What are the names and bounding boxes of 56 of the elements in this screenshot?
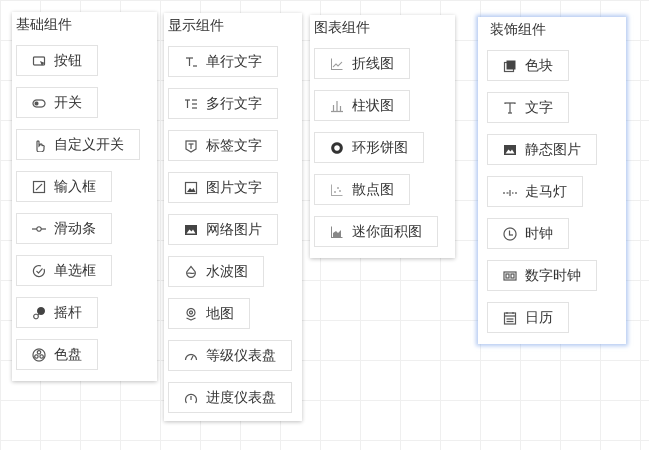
component-button[interactable]: 滑动条 — [16, 213, 112, 244]
component-button[interactable]: 开关 — [16, 87, 98, 118]
panel-title: 装饰组件 — [490, 20, 546, 39]
component-button[interactable]: 文字 — [487, 92, 569, 123]
calendar-icon — [503, 310, 517, 324]
component-button[interactable]: 进度仪表盘 — [168, 382, 292, 413]
panel-title: 基础组件 — [16, 15, 72, 34]
component-button[interactable]: 按钮 — [16, 45, 98, 76]
multiline-text-icon — [184, 96, 198, 110]
panel-title: 图表组件 — [314, 18, 370, 37]
component-button[interactable]: 走马灯 — [487, 176, 583, 207]
component-button[interactable]: 等级仪表盘 — [168, 340, 292, 371]
line-chart-icon — [330, 56, 344, 70]
component-button[interactable]: 日历 — [487, 302, 569, 333]
check-circle-icon — [32, 264, 46, 278]
scatter-icon — [330, 182, 344, 196]
water-drop-icon — [184, 264, 198, 278]
component-button[interactable]: 迷你面积图 — [314, 216, 438, 247]
edit-box-icon — [32, 180, 46, 194]
component-button[interactable]: 时钟 — [487, 218, 569, 249]
bar-chart-icon — [330, 98, 344, 112]
component-button[interactable]: 标签文字 — [168, 130, 278, 161]
image-icon — [184, 222, 198, 236]
image-icon — [184, 180, 198, 194]
squares-icon — [503, 58, 517, 72]
component-button[interactable]: 环形饼图 — [314, 132, 424, 163]
component-button[interactable]: 柱状图 — [314, 90, 410, 121]
component-button[interactable]: 地图 — [168, 298, 250, 329]
panel-title: 显示组件 — [168, 16, 224, 35]
text-icon — [184, 54, 198, 68]
joystick-icon — [32, 306, 46, 320]
image-icon — [503, 142, 517, 156]
cursor-box-icon — [32, 54, 46, 68]
component-button[interactable]: 单选框 — [16, 255, 112, 286]
component-button[interactable]: 摇杆 — [16, 297, 98, 328]
component-button[interactable]: 图片文字 — [168, 172, 278, 203]
component-button[interactable]: 单行文字 — [168, 46, 278, 77]
component-button[interactable]: 色盘 — [16, 339, 98, 370]
digital-clock-icon — [503, 268, 517, 282]
component-button[interactable]: 自定义开关 — [16, 129, 140, 160]
component-button[interactable]: 散点图 — [314, 174, 410, 205]
area-chart-icon — [330, 224, 344, 238]
component-button[interactable]: 折线图 — [314, 48, 410, 79]
tag-text-icon — [184, 138, 198, 152]
component-button[interactable]: 静态图片 — [487, 134, 597, 165]
component-button[interactable]: 色块 — [487, 50, 569, 81]
component-button[interactable]: 数字时钟 — [487, 260, 597, 291]
text-icon — [503, 100, 517, 114]
donut-icon — [330, 140, 344, 154]
clock-icon — [503, 226, 517, 240]
component-button[interactable]: 多行文字 — [168, 88, 278, 119]
component-button[interactable]: 输入框 — [16, 171, 112, 202]
palette-icon — [32, 348, 46, 362]
component-button[interactable]: 水波图 — [168, 256, 264, 287]
map-pin-icon — [184, 306, 198, 320]
component-button[interactable]: 网络图片 — [168, 214, 278, 245]
